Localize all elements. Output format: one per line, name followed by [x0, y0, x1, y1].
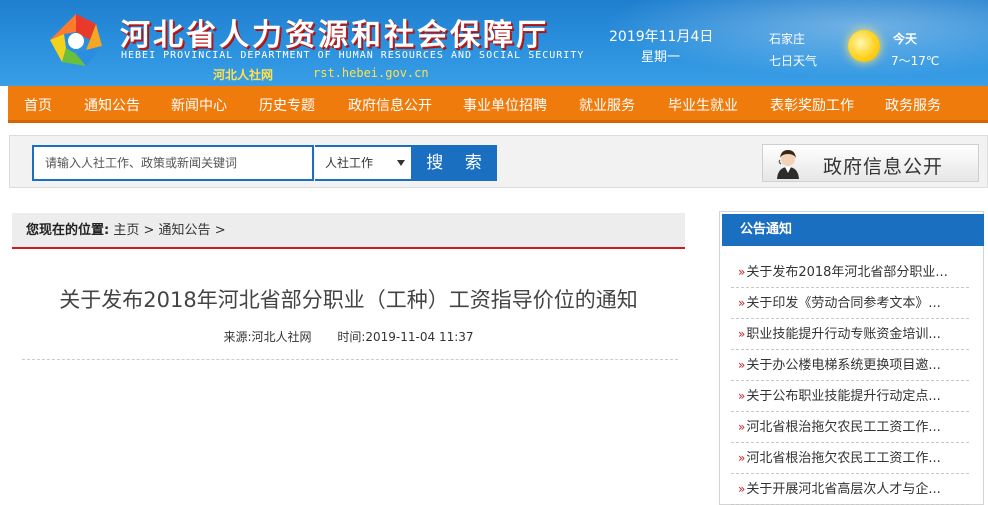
- list-item[interactable]: »关于开展河北省高层次人才与企...: [731, 474, 969, 505]
- article-title: 关于发布2018年河北省部分职业（工种）工资指导价位的通知: [59, 288, 638, 312]
- notice-link[interactable]: 关于印发《劳动合同参考文本》...: [746, 296, 940, 311]
- double-chevron-right-icon: »: [738, 327, 746, 341]
- breadcrumb-trailing-separator: >: [214, 223, 226, 238]
- article-meta: 来源:河北人社网 时间:2019-11-04 11:37: [12, 328, 685, 345]
- breadcrumb-separator: >: [143, 223, 155, 238]
- gov-info-public-label: 政府信息公开: [823, 156, 944, 178]
- nav-item-graduates[interactable]: 毕业生就业: [668, 95, 738, 115]
- nav-item-news[interactable]: 新闻中心: [171, 95, 227, 115]
- breadcrumb-home-link[interactable]: 主页: [113, 223, 139, 238]
- site-title: 河北省人力资源和社会保障厅: [120, 18, 549, 53]
- list-item[interactable]: »河北省根治拖欠农民工工资工作...: [731, 443, 969, 474]
- current-date: 2019年11月4日: [609, 29, 714, 45]
- list-item[interactable]: »关于发布2018年河北省部分职业...: [731, 257, 969, 288]
- weather-temperature: 7～17℃: [891, 54, 940, 68]
- weather-today-label: 今天: [893, 32, 918, 46]
- notice-link[interactable]: 关于开展河北省高层次人才与企...: [746, 482, 940, 497]
- double-chevron-right-icon: »: [738, 482, 746, 496]
- list-item[interactable]: »关于办公楼电梯系统更换项目邀...: [731, 350, 969, 381]
- nav-item-recruitment[interactable]: 事业单位招聘: [463, 95, 547, 115]
- site-title-english: HEBEI PROVINCIAL DEPARTMENT OF HUMAN RES…: [121, 50, 585, 61]
- breadcrumb-section-link[interactable]: 通知公告: [159, 223, 211, 238]
- search-category-select[interactable]: 人社工作: [315, 145, 413, 181]
- notice-link[interactable]: 河北省根治拖欠农民工工资工作...: [746, 420, 940, 435]
- nav-item-history[interactable]: 历史专题: [259, 95, 315, 115]
- sun-icon: [848, 30, 880, 62]
- list-item[interactable]: »职业技能提升行动专账资金培训...: [731, 319, 969, 350]
- sidebar-heading: 公告通知: [722, 214, 984, 246]
- nav-item-notices[interactable]: 通知公告: [84, 95, 140, 115]
- list-item[interactable]: »关于印发《劳动合同参考文本》...: [731, 288, 969, 319]
- double-chevron-right-icon: »: [738, 358, 746, 372]
- nav-item-services[interactable]: 政务服务: [885, 95, 941, 115]
- nav-item-awards[interactable]: 表彰奖励工作: [770, 95, 854, 115]
- seven-day-weather-link[interactable]: 七日天气: [769, 52, 817, 69]
- chevron-down-icon: [397, 160, 405, 166]
- main-nav: 首页 通知公告 新闻中心 历史专题 政府信息公开 事业单位招聘 就业服务 毕业生…: [8, 86, 988, 123]
- logo-icon[interactable]: [46, 10, 106, 70]
- double-chevron-right-icon: »: [738, 389, 746, 403]
- double-chevron-right-icon: »: [738, 265, 746, 279]
- current-weekday: 星期一: [641, 50, 681, 65]
- list-item[interactable]: »河北省根治拖欠农民工工资工作...: [731, 412, 969, 443]
- article-divider: [22, 359, 678, 360]
- site-url: rst.hebei.gov.cn: [313, 66, 429, 80]
- double-chevron-right-icon: »: [738, 451, 746, 465]
- nav-item-home[interactable]: 首页: [24, 95, 52, 115]
- notice-link[interactable]: 关于办公楼电梯系统更换项目邀...: [746, 358, 940, 373]
- search-input[interactable]: 请输入人社工作、政策或新闻关键词: [32, 145, 314, 181]
- nav-item-employment[interactable]: 就业服务: [579, 95, 635, 115]
- gov-info-public-button[interactable]: 政府信息公开: [762, 144, 979, 182]
- weather-city: 石家庄: [769, 32, 806, 46]
- list-item[interactable]: »关于公布职业技能提升行动定点...: [731, 381, 969, 412]
- breadcrumb-prefix: 您现在的位置:: [26, 223, 110, 238]
- notice-list: »关于发布2018年河北省部分职业... »关于印发《劳动合同参考文本》... …: [731, 257, 969, 505]
- search-category-value: 人社工作: [325, 156, 374, 170]
- customer-service-avatar-icon: [777, 150, 799, 179]
- double-chevron-right-icon: »: [738, 296, 746, 310]
- article-source: 来源:河北人社网: [223, 330, 312, 344]
- notice-link[interactable]: 河北省根治拖欠农民工工资工作...: [746, 451, 940, 466]
- site-short-name: 河北人社网: [213, 68, 274, 82]
- notice-link[interactable]: 职业技能提升行动专账资金培训...: [746, 327, 940, 342]
- site-header: 河北省人力资源和社会保障厅 HEBEI PROVINCIAL DEPARTMEN…: [0, 0, 988, 86]
- double-chevron-right-icon: »: [738, 420, 746, 434]
- breadcrumb: 您现在的位置: 主页 > 通知公告 >: [12, 213, 685, 249]
- notice-link[interactable]: 关于公布职业技能提升行动定点...: [746, 389, 940, 404]
- search-bar: 请输入人社工作、政策或新闻关键词 人社工作 搜 索 政府信息公开: [9, 135, 988, 188]
- search-button[interactable]: 搜 索: [413, 145, 497, 181]
- article-time: 时间:2019-11-04 11:37: [337, 330, 474, 344]
- nav-item-gov-info[interactable]: 政府信息公开: [348, 95, 432, 115]
- notice-link[interactable]: 关于发布2018年河北省部分职业...: [746, 265, 947, 280]
